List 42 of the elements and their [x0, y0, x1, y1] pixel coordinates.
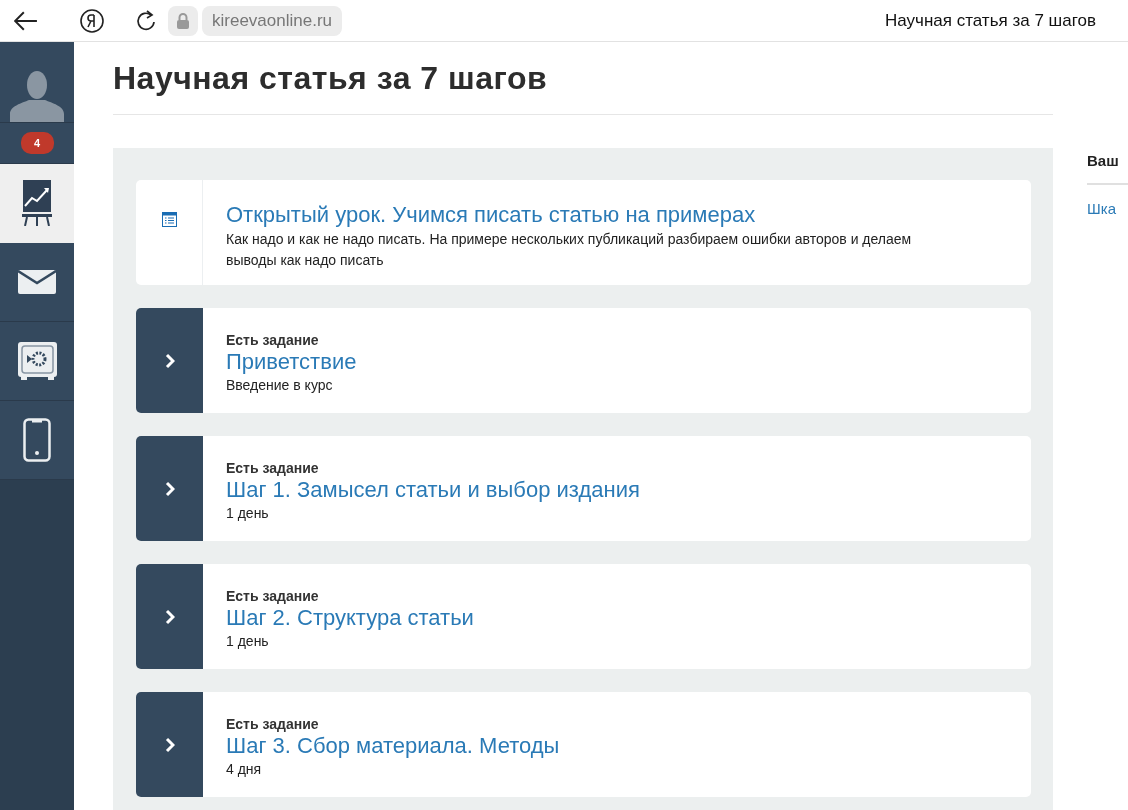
lesson-description: 1 день: [226, 504, 270, 524]
lesson-title[interactable]: Приветствие: [226, 347, 357, 376]
task-label: Есть задание: [226, 715, 320, 732]
sidebar-item[interactable]: [0, 322, 74, 401]
lesson-card[interactable]: Есть задание Шаг 1. Замысел статьи и выбор издания 1 день: [136, 436, 1031, 541]
envelope-icon: [18, 270, 56, 294]
lesson-title[interactable]: Шаг 2. Структура статьи: [226, 603, 474, 632]
page-tab-title: Научная статья за 7 шагов: [885, 10, 1096, 31]
task-label: Есть задание: [226, 459, 320, 476]
sidebar-item[interactable]: [0, 243, 74, 322]
lock-button[interactable]: [168, 5, 198, 36]
chevron-right-icon: [164, 352, 175, 369]
chevron-right-icon: [164, 608, 175, 625]
panel-heading: Ваш: [1087, 152, 1128, 185]
address-bar[interactable]: kireevaonline.ru: [202, 5, 342, 36]
lesson-card[interactable]: Есть задание Шаг 3. Сбор материала. Методы 4 дня: [136, 692, 1031, 797]
reload-icon[interactable]: [136, 9, 156, 32]
safe-icon: [17, 342, 57, 380]
lesson-description: Как надо и как не надо писать. На примере нескольких публикаций разбираем ошибки авторов и делаем выводы как надо писать: [226, 229, 913, 271]
lesson-card[interactable]: Есть задание Приветствие Введение в курс: [136, 308, 1031, 413]
avatar-silhouette-icon[interactable]: [10, 70, 64, 122]
lock-icon: [177, 12, 189, 29]
lesson-description: Введение в курс: [226, 376, 334, 396]
browser-logo-icon[interactable]: [80, 8, 104, 33]
chart-easel-icon: [22, 180, 52, 226]
task-label: Есть задание: [226, 587, 320, 604]
chevron-right-icon: [164, 480, 175, 497]
smartphone-icon: [23, 418, 51, 462]
chevron-right-icon: [164, 736, 175, 753]
lesson-title[interactable]: Шаг 3. Сбор материала. Методы: [226, 731, 560, 760]
page-title: Научная статья за 7 шагов: [113, 42, 1053, 115]
lesson-title[interactable]: Шаг 1. Замысел статьи и выбор издания: [226, 475, 640, 504]
panel-link[interactable]: Шка: [1087, 200, 1128, 217]
lesson-card[interactable]: Открытый урок. Учимся писать статью на примерах Как надо и как не надо писать. На примере нескольких публикаций разбираем ошибки авторов и делаем выводы как надо писать: [136, 180, 1031, 285]
list-icon: [161, 212, 177, 227]
lesson-title[interactable]: Открытый урок. Учимся писать статью на примерах: [226, 201, 946, 229]
lesson-card[interactable]: Есть задание Шаг 2. Структура статьи 1 день: [136, 564, 1031, 669]
lesson-description: 1 день: [226, 632, 270, 652]
lesson-description: 4 дня: [226, 760, 263, 780]
notification-count[interactable]: 4: [20, 132, 54, 154]
task-label: Есть задание: [226, 331, 320, 348]
sidebar-item[interactable]: [0, 401, 74, 480]
